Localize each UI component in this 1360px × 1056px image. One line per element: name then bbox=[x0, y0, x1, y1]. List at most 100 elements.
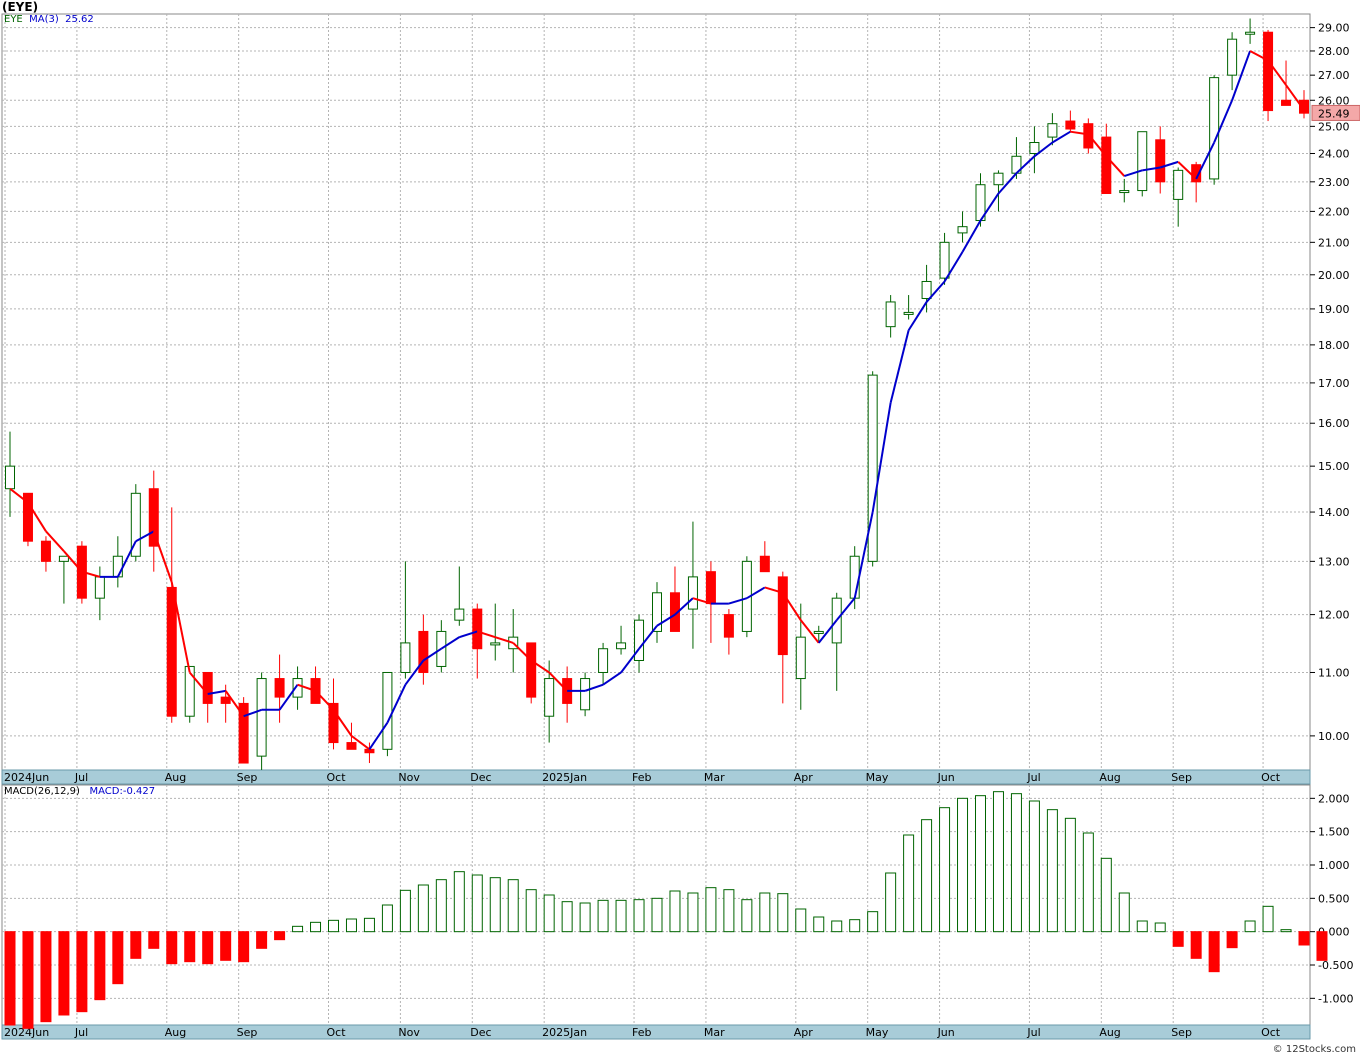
candle-body bbox=[687, 576, 698, 610]
price-tick-label: 21.00 bbox=[1318, 236, 1350, 249]
macd-bar bbox=[795, 908, 807, 933]
candle-body bbox=[1029, 142, 1040, 155]
macd-x-label: Oct bbox=[327, 1026, 347, 1039]
price-tick-label: 19.00 bbox=[1318, 303, 1350, 316]
legend-macd-label: MACD(26,12,9) bbox=[4, 786, 80, 797]
macd-bar bbox=[381, 904, 393, 933]
candle-body bbox=[526, 642, 537, 698]
candle-body bbox=[813, 630, 824, 634]
price-x-label: Aug bbox=[1099, 771, 1120, 784]
macd-bar bbox=[885, 872, 897, 933]
macd-tick-label: 2.000 bbox=[1318, 792, 1350, 805]
candle-body bbox=[1155, 139, 1166, 183]
candle-body bbox=[885, 301, 896, 328]
candle-body bbox=[58, 555, 69, 562]
price-x-label: Apr bbox=[794, 771, 814, 784]
candle-body bbox=[598, 648, 609, 673]
price-x-label: Sep bbox=[1171, 771, 1192, 784]
macd-bar bbox=[921, 819, 933, 933]
macd-bar bbox=[597, 899, 609, 933]
macd-bar bbox=[292, 925, 304, 933]
candle-body bbox=[346, 742, 357, 750]
macd-x-label: Sep bbox=[237, 1026, 258, 1039]
macd-bar bbox=[274, 931, 286, 941]
price-x-label: Oct bbox=[1261, 771, 1281, 784]
macd-bar bbox=[705, 887, 717, 933]
last-price-label: 25.49 bbox=[1318, 107, 1350, 120]
candle-body bbox=[705, 571, 716, 605]
macd-bar bbox=[1172, 931, 1184, 947]
candle-body bbox=[939, 241, 950, 279]
macd-bar bbox=[1190, 931, 1202, 959]
price-tick-label: 13.00 bbox=[1318, 555, 1350, 568]
macd-bar bbox=[867, 911, 879, 933]
candle-body bbox=[957, 226, 968, 234]
macd-bar bbox=[903, 834, 915, 933]
price-tick-label: 20.00 bbox=[1318, 269, 1350, 282]
macd-bar bbox=[345, 918, 357, 933]
macd-bar bbox=[849, 919, 861, 933]
macd-bar bbox=[741, 899, 753, 933]
macd-bar bbox=[256, 931, 268, 949]
price-x-label: Mar bbox=[704, 771, 725, 784]
macd-x-label: Sep bbox=[1171, 1026, 1192, 1039]
candle-body bbox=[616, 642, 627, 650]
macd-bar bbox=[471, 874, 483, 933]
candle-body bbox=[759, 555, 770, 573]
macd-bar bbox=[417, 884, 429, 933]
macd-x-label: Nov bbox=[398, 1026, 420, 1039]
macd-bar bbox=[813, 916, 825, 933]
macd-tick-label: 0.500 bbox=[1318, 892, 1350, 905]
macd-legend: MACD(26,12,9) MACD:-0.427 bbox=[4, 786, 155, 797]
price-x-label: Feb bbox=[632, 771, 651, 784]
macd-bar bbox=[525, 889, 537, 933]
macd-x-label: Aug bbox=[165, 1026, 186, 1039]
macd-x-label: Dec bbox=[470, 1026, 491, 1039]
price-x-label: Nov bbox=[398, 771, 420, 784]
price-tick-label: 15.00 bbox=[1318, 460, 1350, 473]
candle-body bbox=[274, 678, 285, 698]
macd-bar bbox=[543, 894, 555, 933]
candle-body bbox=[1173, 169, 1184, 200]
price-tick-label: 18.00 bbox=[1318, 339, 1350, 352]
macd-bar bbox=[939, 807, 951, 933]
candle-body bbox=[166, 586, 177, 717]
macd-x-label: Apr bbox=[794, 1026, 814, 1039]
macd-bar bbox=[1118, 892, 1130, 933]
macd-tick-label: 1.500 bbox=[1318, 826, 1350, 839]
legend-ma-label: MA(3) bbox=[29, 14, 59, 25]
macd-bar bbox=[40, 931, 52, 1023]
macd-bar bbox=[1316, 931, 1328, 961]
macd-bar bbox=[489, 877, 501, 933]
price-tick-label: 22.00 bbox=[1318, 205, 1350, 218]
macd-bar bbox=[507, 879, 519, 933]
macd-tick-label: -1.000 bbox=[1318, 992, 1353, 1005]
macd-bar bbox=[58, 931, 70, 1016]
macd-bar bbox=[184, 931, 196, 963]
macd-bar bbox=[723, 889, 735, 933]
price-tick-label: 12.00 bbox=[1318, 609, 1350, 622]
candle-body bbox=[400, 642, 411, 673]
macd-bar bbox=[615, 899, 627, 933]
macd-x-label: Mar bbox=[704, 1026, 725, 1039]
macd-bar bbox=[399, 889, 411, 933]
macd-bar bbox=[777, 893, 789, 933]
macd-bar bbox=[1100, 857, 1112, 933]
macd-x-label: 2025Jan bbox=[542, 1026, 587, 1039]
macd-bar bbox=[1244, 920, 1256, 933]
legend-ma-value: 25.62 bbox=[65, 14, 94, 25]
price-tick-label: 29.00 bbox=[1318, 22, 1350, 35]
macd-bar bbox=[831, 920, 843, 933]
macd-bar bbox=[957, 797, 969, 933]
macd-x-label: Feb bbox=[632, 1026, 651, 1039]
price-tick-label: 28.00 bbox=[1318, 45, 1350, 58]
price-x-label: 2025Jan bbox=[542, 771, 587, 784]
macd-bar bbox=[759, 892, 771, 933]
macd-bar bbox=[148, 931, 160, 949]
candle-body bbox=[903, 311, 914, 315]
candle-body bbox=[723, 614, 734, 638]
candle-body bbox=[112, 555, 123, 578]
price-x-label: Sep bbox=[237, 771, 258, 784]
macd-x-label: Aug bbox=[1099, 1026, 1120, 1039]
candle-body bbox=[1119, 190, 1130, 194]
